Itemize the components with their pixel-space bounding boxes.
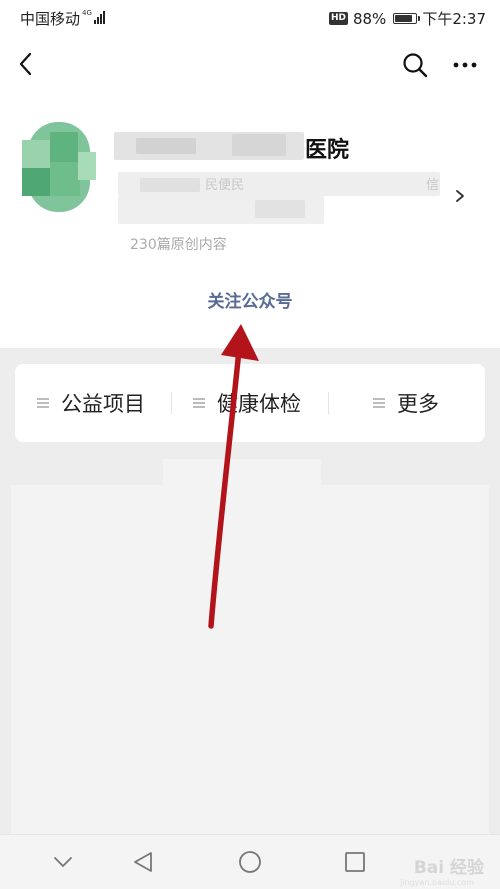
description-fragment: 民便民 <box>205 178 245 193</box>
menu-item-label: 公益项目 <box>61 392 145 416</box>
status-bar: 中国移动 4G HD 88% 下午2:37 <box>0 0 500 36</box>
description-fragment: 信 <box>426 178 440 193</box>
blurred-description-block <box>140 178 200 192</box>
menu-divider <box>171 392 172 414</box>
battery-fill <box>395 15 413 22</box>
blurred-name-block <box>232 134 286 156</box>
battery-icon <box>393 13 421 24</box>
menu-lines-icon <box>37 396 49 410</box>
battery-percent: 88% <box>352 9 387 28</box>
hd-voice-icon: HD <box>328 12 348 25</box>
menu-lines-icon <box>193 396 205 410</box>
back-triangle-icon[interactable] <box>128 847 158 877</box>
status-left: 中国移动 4G <box>20 8 105 29</box>
account-avatar <box>22 122 96 212</box>
collapse-chevron-icon[interactable] <box>48 847 78 877</box>
chevron-right-icon[interactable] <box>452 184 468 208</box>
follow-account-button[interactable]: 关注公众号 <box>0 287 500 312</box>
status-right: HD 88% 下午2:37 <box>328 8 486 29</box>
signal-strength-icon <box>93 10 105 24</box>
watermark-url: jingyan.baidu.com <box>400 878 474 887</box>
back-chevron-icon[interactable] <box>10 48 42 80</box>
blurred-name-block <box>136 138 196 154</box>
home-circle-icon[interactable] <box>235 847 265 877</box>
account-name: 医院 <box>305 138 350 163</box>
menu-item-health-checkup[interactable]: 健康体检 <box>193 364 301 442</box>
carrier-label: 中国移动 <box>20 10 81 28</box>
menu-item-more[interactable]: 更多 <box>373 364 439 442</box>
menu-item-charity-projects[interactable]: 公益项目 <box>37 364 145 442</box>
menu-divider <box>328 392 329 414</box>
account-profile: 医院 民便民 信 230篇原创内容 关注公众号 <box>0 96 500 348</box>
menu-item-label: 健康体检 <box>217 392 301 416</box>
original-article-count: 230篇原创内容 <box>130 237 227 253</box>
clock-time: 下午2:37 <box>422 10 486 28</box>
watermark-brand: Bai 经验 <box>413 858 484 878</box>
menu-lines-icon <box>373 396 385 410</box>
search-icon[interactable] <box>398 48 432 82</box>
content-panel <box>11 485 489 835</box>
nav-bar <box>0 36 500 96</box>
account-menu-bar: 公益项目 健康体检 更多 <box>15 364 485 442</box>
recent-square-icon[interactable] <box>340 847 370 877</box>
menu-item-label: 更多 <box>397 392 439 416</box>
more-dots-icon[interactable] <box>448 48 482 82</box>
system-nav-bar: Bai 经验 jingyan.baidu.com <box>0 834 500 889</box>
blurred-description-block <box>255 200 305 218</box>
network-type-label: 4G <box>82 9 92 17</box>
